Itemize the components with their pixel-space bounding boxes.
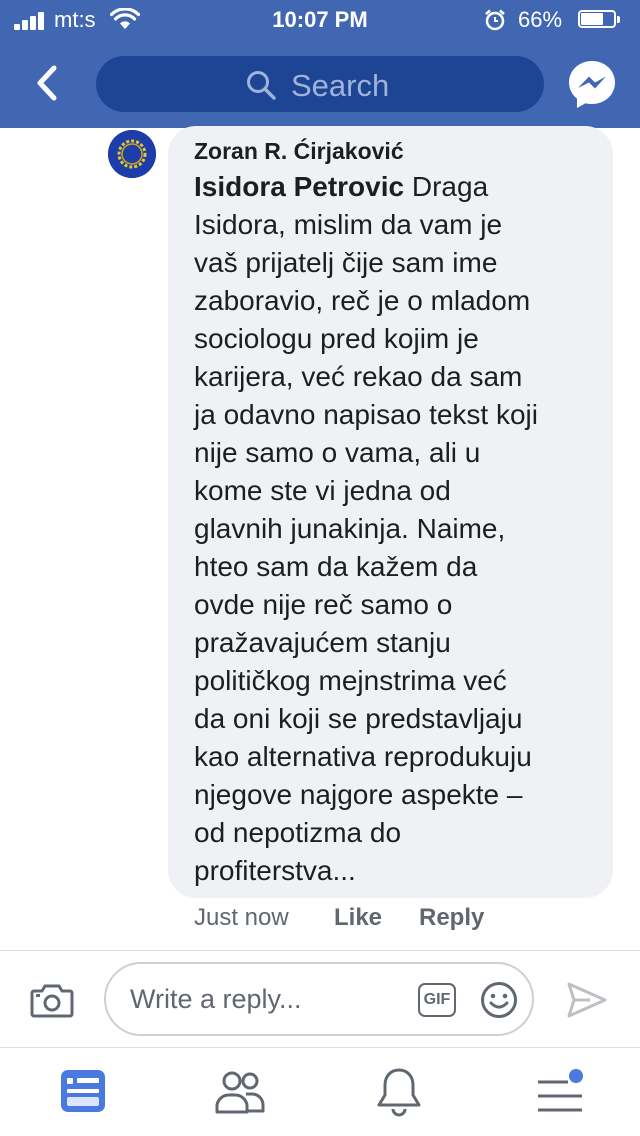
notifications-bell-icon — [377, 1068, 421, 1117]
comment-author-name[interactable]: Zoran R. Ćirjaković — [194, 138, 404, 165]
battery-icon — [578, 10, 622, 30]
comment-line: pražavajućem stanju — [194, 627, 451, 658]
camera-icon[interactable] — [30, 982, 74, 1018]
notification-badge — [569, 1069, 583, 1083]
comment-line: profiterstva... — [194, 855, 356, 886]
comment-line: hteo sam da kažem da — [194, 551, 478, 582]
comment-line: kao alternativa reprodukuju — [194, 741, 532, 772]
thorn-wreath-icon — [108, 130, 156, 178]
back-chevron-icon[interactable] — [24, 60, 70, 106]
comment-line: političkog mejnstrima već — [194, 665, 507, 696]
status-bar: mt:s 10:07 PM 66% — [0, 0, 640, 40]
search-placeholder: Search — [291, 68, 390, 103]
search-input[interactable]: Search — [96, 56, 544, 112]
search-icon — [247, 71, 276, 100]
battery-percent: 66% — [518, 7, 563, 32]
reply-input[interactable]: Write a reply... GIF — [104, 962, 534, 1036]
gif-button[interactable]: GIF — [418, 983, 456, 1017]
commenter-avatar[interactable] — [108, 130, 156, 178]
news-feed-icon — [61, 1070, 105, 1112]
top-navigation-bar: mt:s 10:07 PM 66% Search — [0, 0, 640, 128]
comment-line: vaš prijatelj čije sam ime — [194, 247, 498, 278]
comment-line: njegove najgore aspekte – — [194, 779, 523, 810]
comment-line: zaboravio, reč je o mladom — [194, 285, 531, 316]
comment-line: Isidora, mislim da vam je — [194, 209, 503, 240]
comment-line: ja odavno napisao tekst koji — [194, 399, 538, 430]
comment-line: glavnih junakinja. Naime, — [194, 513, 506, 544]
reply-placeholder: Write a reply... — [130, 984, 302, 1014]
friends-icon — [215, 1071, 265, 1114]
comment-line: Draga — [404, 171, 489, 202]
comment-line: karijera, već rekao da sam — [194, 361, 523, 392]
divider — [0, 1047, 640, 1048]
messenger-icon[interactable] — [566, 58, 618, 110]
tab-news-feed[interactable] — [56, 1064, 112, 1120]
comment-timestamp: Just now — [194, 904, 289, 931]
send-icon[interactable] — [566, 980, 608, 1020]
tab-notifications[interactable] — [374, 1064, 430, 1120]
mention-tag[interactable]: Isidora Petrovic — [194, 171, 404, 202]
comment-line: da oni koji se predstavljaju — [194, 703, 523, 734]
tab-menu[interactable] — [534, 1064, 590, 1120]
alarm-clock-icon — [485, 9, 505, 31]
comment-line: od nepotizma do — [194, 817, 402, 848]
comment-line: nije samo o vama, ali u — [194, 437, 481, 468]
emoji-icon[interactable] — [480, 981, 518, 1019]
comment-line: ovde nije reč samo o — [194, 589, 453, 620]
comment-line: sociologu pred kojim je — [194, 323, 479, 354]
divider — [0, 950, 640, 951]
comment-text: Isidora Petrovic Draga Isidora, mislim d… — [194, 168, 598, 890]
tab-friends[interactable] — [212, 1064, 268, 1120]
reply-button[interactable]: Reply — [419, 904, 484, 932]
comment-bubble: Zoran R. Ćirjaković Isidora Petrovic Dra… — [168, 126, 613, 898]
comment-line: kome ste vi jedna od — [194, 475, 451, 506]
menu-icon — [538, 1069, 583, 1112]
like-button[interactable]: Like — [334, 904, 382, 932]
